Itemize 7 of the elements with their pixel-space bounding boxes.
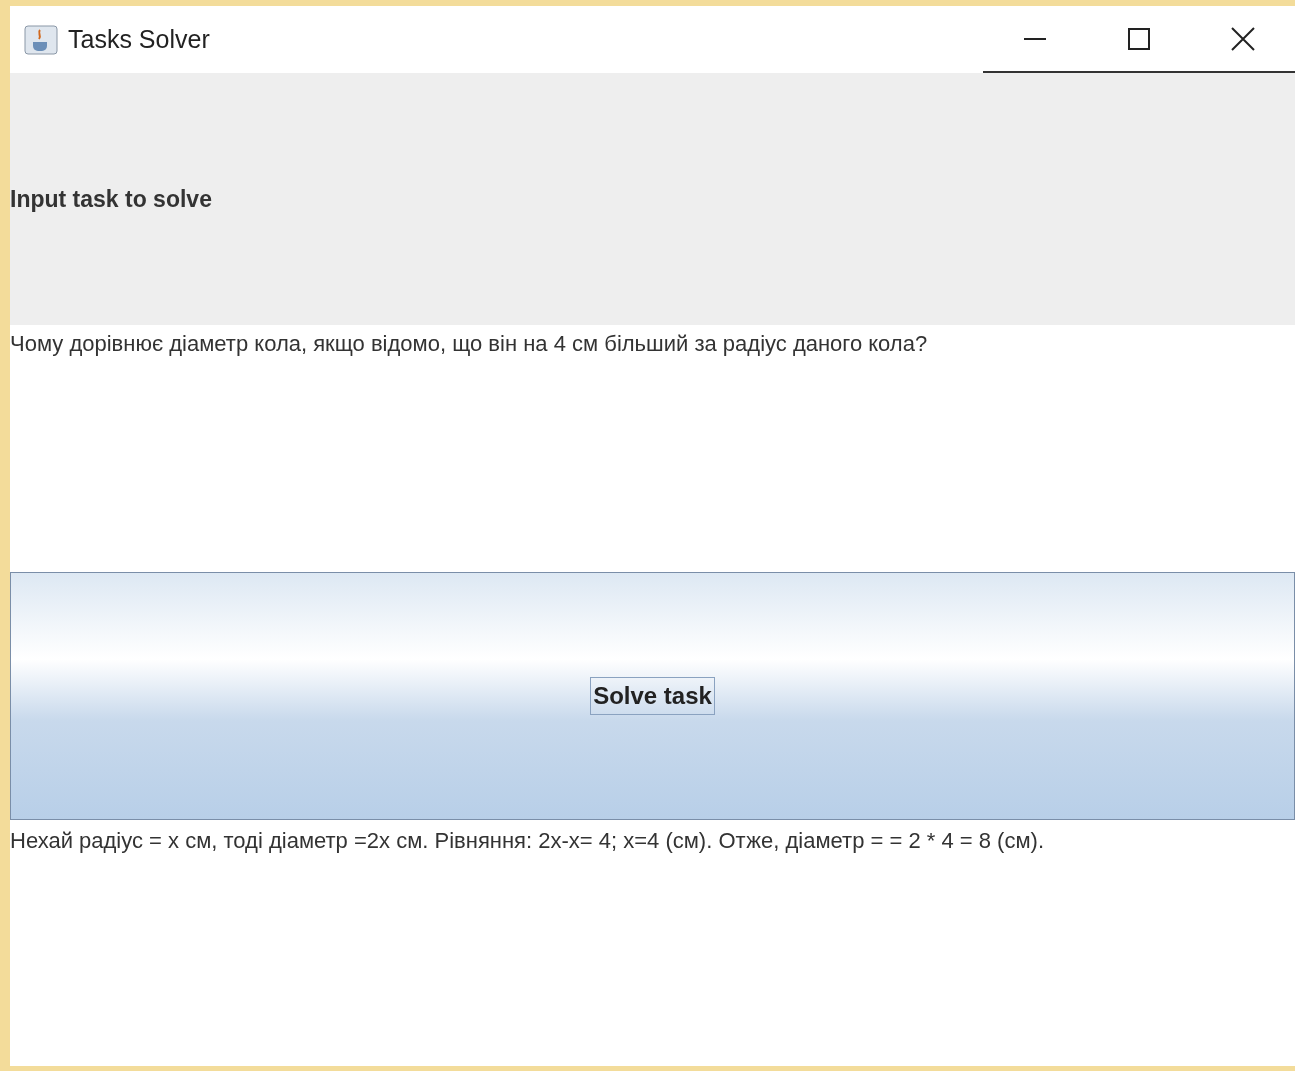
minimize-icon <box>1024 38 1046 40</box>
window-title: Tasks Solver <box>68 23 210 55</box>
prompt-label: Input task to solve <box>10 184 212 214</box>
maximize-icon <box>1128 28 1150 50</box>
solve-button[interactable]: Solve task <box>10 572 1295 820</box>
coffee-cup-icon <box>24 24 58 55</box>
close-icon <box>1231 27 1255 51</box>
